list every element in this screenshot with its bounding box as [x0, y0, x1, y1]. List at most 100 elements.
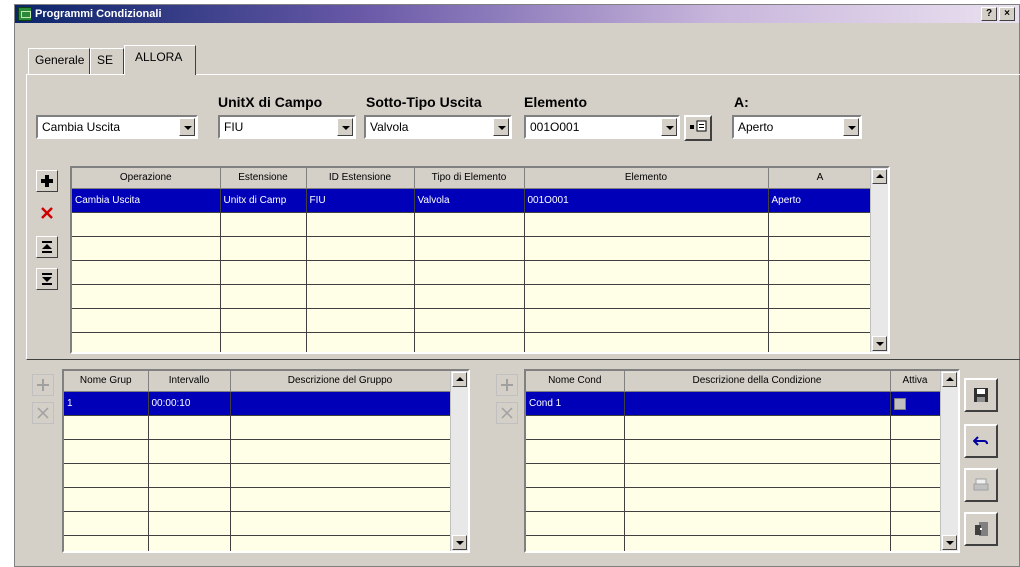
table-cell[interactable] — [64, 439, 149, 464]
table-cell[interactable] — [306, 308, 415, 333]
move-top-button[interactable] — [36, 236, 58, 258]
table-cell[interactable] — [890, 487, 941, 512]
tab-se[interactable]: SE — [90, 48, 124, 74]
table-cell[interactable]: 00:00:10 — [148, 391, 231, 416]
scroll-down-icon[interactable] — [942, 535, 957, 550]
table-cell[interactable] — [624, 487, 891, 512]
chevron-down-icon[interactable] — [843, 118, 859, 136]
table-cell[interactable] — [220, 284, 307, 309]
table-cell[interactable] — [890, 463, 941, 488]
table-cell[interactable] — [768, 284, 873, 309]
table-cell[interactable] — [72, 284, 221, 309]
delete-action-button[interactable] — [36, 202, 58, 224]
table-row[interactable] — [64, 511, 451, 536]
table-cell[interactable] — [148, 439, 231, 464]
table-cell[interactable] — [414, 284, 525, 309]
table-cell[interactable] — [148, 511, 231, 536]
table-cell[interactable] — [148, 535, 231, 551]
table-cell[interactable] — [220, 260, 307, 285]
table-cell[interactable] — [220, 236, 307, 261]
column-header[interactable]: Operazione — [72, 168, 221, 189]
table-cell[interactable] — [890, 535, 941, 551]
table-cell[interactable] — [306, 212, 415, 237]
actions-scrollbar[interactable] — [870, 168, 888, 352]
table-row[interactable]: 1 00:00:10 — [64, 391, 451, 416]
table-cell[interactable] — [890, 391, 941, 416]
exit-button[interactable] — [964, 512, 998, 546]
column-header[interactable]: Elemento — [524, 168, 769, 189]
table-cell[interactable] — [524, 308, 769, 333]
table-cell[interactable] — [230, 415, 451, 440]
operazione-combo[interactable]: Cambia Uscita — [36, 115, 198, 139]
column-header[interactable]: Tipo di Elemento — [414, 168, 525, 189]
table-cell[interactable] — [230, 439, 451, 464]
table-row[interactable] — [526, 439, 941, 464]
table-cell[interactable] — [414, 236, 525, 261]
table-row[interactable] — [72, 260, 873, 285]
table-row[interactable] — [72, 308, 873, 333]
table-row[interactable] — [72, 212, 873, 237]
table-cell[interactable] — [768, 260, 873, 285]
table-cell[interactable] — [230, 487, 451, 512]
table-cell[interactable] — [524, 332, 769, 352]
table-cell[interactable] — [524, 260, 769, 285]
table-cell[interactable] — [526, 487, 625, 512]
table-cell[interactable] — [624, 511, 891, 536]
scroll-up-icon[interactable] — [942, 372, 957, 387]
group-grid[interactable]: Nome Grup Intervallo Descrizione del Grupp… — [62, 369, 470, 553]
actions-grid[interactable]: Operazione Estensione ID Estensione Tipo di… — [70, 166, 890, 354]
scroll-up-icon[interactable] — [452, 372, 467, 387]
table-row[interactable] — [64, 439, 451, 464]
print-button[interactable] — [964, 468, 998, 502]
help-button[interactable]: ? — [981, 7, 997, 21]
chevron-down-icon[interactable] — [179, 118, 195, 136]
table-cell[interactable] — [890, 415, 941, 440]
table-row[interactable] — [526, 535, 941, 551]
table-row[interactable]: Cambia Uscita Unitx di Camp FIU Valvola 001O… — [72, 188, 873, 213]
table-cell[interactable] — [72, 308, 221, 333]
table-row[interactable]: Cond 1 — [526, 391, 941, 416]
a-combo[interactable]: Aperto — [732, 115, 862, 139]
table-cell[interactable] — [524, 236, 769, 261]
table-cell[interactable] — [64, 415, 149, 440]
delete-group-button[interactable] — [32, 402, 54, 424]
table-cell[interactable] — [306, 284, 415, 309]
table-cell[interactable] — [220, 308, 307, 333]
chevron-down-icon[interactable] — [661, 118, 677, 136]
condition-grid[interactable]: Nome Cond Descrizione della Condizione Att… — [524, 369, 960, 553]
table-cell[interactable] — [414, 308, 525, 333]
table-row[interactable] — [526, 511, 941, 536]
table-cell[interactable] — [526, 439, 625, 464]
group-scrollbar[interactable] — [450, 371, 468, 551]
scroll-down-icon[interactable] — [872, 336, 887, 351]
table-row[interactable] — [526, 487, 941, 512]
table-cell[interactable]: FIU — [306, 188, 415, 213]
scroll-down-icon[interactable] — [452, 535, 467, 550]
table-cell[interactable] — [72, 260, 221, 285]
add-action-button[interactable] — [36, 170, 58, 192]
table-cell[interactable] — [526, 535, 625, 551]
column-header[interactable]: Attiva — [890, 371, 941, 392]
column-header[interactable]: A — [768, 168, 873, 189]
table-cell[interactable] — [768, 236, 873, 261]
column-header[interactable]: Descrizione del Gruppo — [230, 371, 451, 392]
table-cell[interactable]: Cond 1 — [526, 391, 625, 416]
save-button[interactable] — [964, 378, 998, 412]
table-cell[interactable] — [148, 415, 231, 440]
table-cell[interactable] — [624, 463, 891, 488]
table-cell[interactable] — [624, 535, 891, 551]
table-cell[interactable] — [230, 511, 451, 536]
table-cell[interactable] — [230, 463, 451, 488]
close-button[interactable]: × — [999, 7, 1015, 21]
table-row[interactable] — [526, 415, 941, 440]
chevron-down-icon[interactable] — [493, 118, 509, 136]
table-cell[interactable] — [306, 236, 415, 261]
table-cell[interactable] — [890, 511, 941, 536]
move-bottom-button[interactable] — [36, 268, 58, 290]
table-cell[interactable] — [148, 463, 231, 488]
table-cell[interactable] — [768, 212, 873, 237]
column-header[interactable]: Descrizione della Condizione — [624, 371, 891, 392]
table-cell[interactable] — [414, 212, 525, 237]
unita-combo[interactable]: FIU — [218, 115, 356, 139]
table-row[interactable] — [64, 463, 451, 488]
